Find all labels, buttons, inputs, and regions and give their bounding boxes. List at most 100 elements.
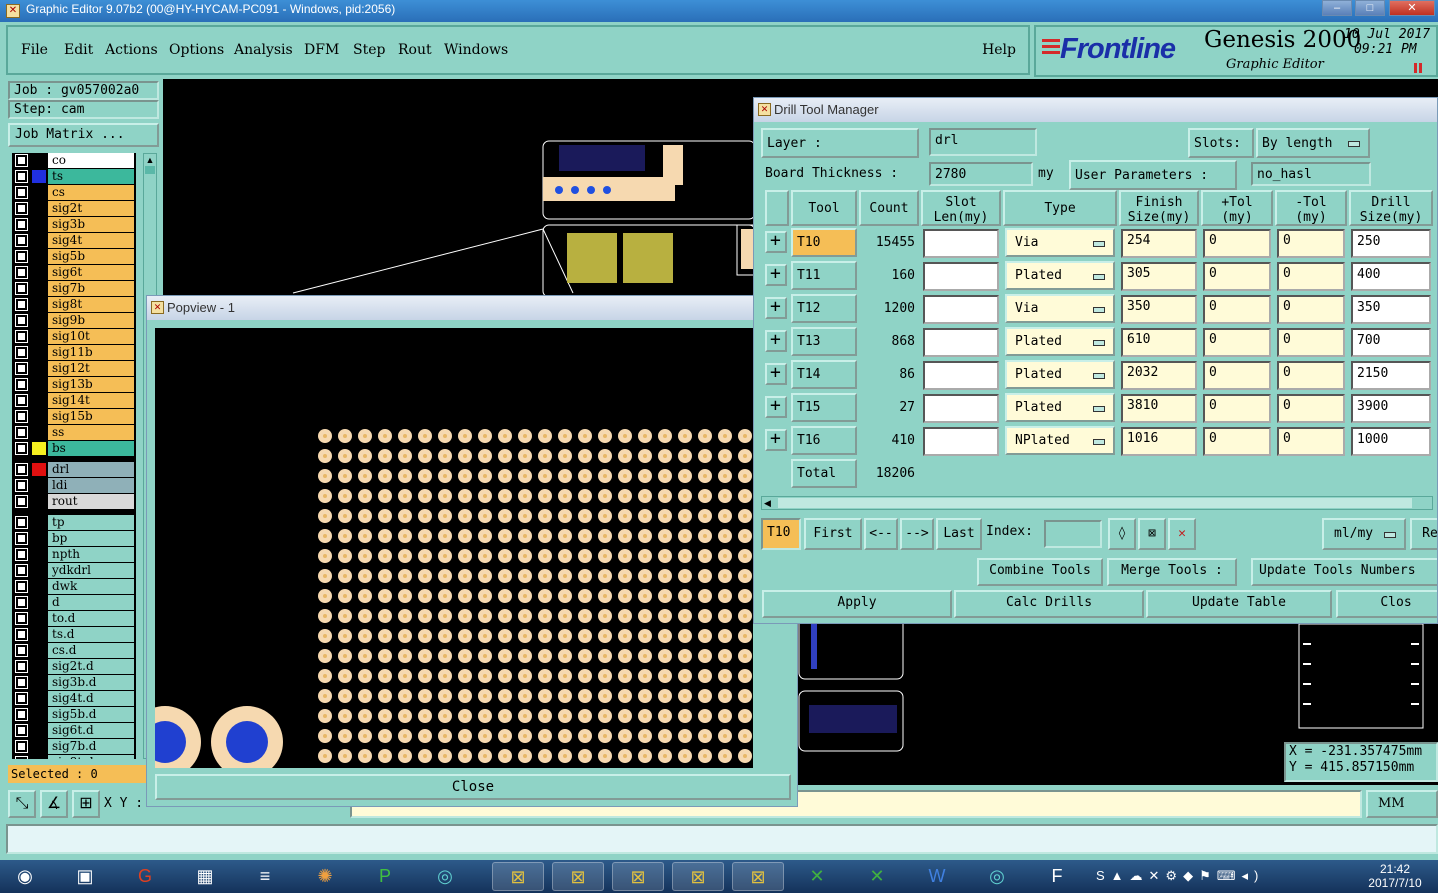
combine-tools-button[interactable]: Combine Tools (977, 558, 1103, 586)
menu-help[interactable]: Help (982, 42, 1016, 58)
popview-close-button[interactable]: Close (155, 774, 791, 800)
layer-checkbox[interactable] (15, 596, 28, 609)
finish-size-input[interactable]: 254 (1121, 229, 1197, 258)
layer-name[interactable]: to.d (48, 611, 134, 626)
tool-type-dropdown[interactable]: Plated (1005, 261, 1115, 290)
tool-name[interactable]: T10 (791, 228, 857, 257)
tool-type-dropdown[interactable]: Via (1005, 294, 1115, 323)
layer-checkbox[interactable] (15, 362, 28, 375)
tool-type-dropdown[interactable]: Plated (1005, 360, 1115, 389)
tool-name[interactable]: T15 (791, 393, 857, 422)
expand-row-icon[interactable] (765, 296, 787, 319)
layer-color-swatch[interactable] (32, 644, 46, 657)
layer-checkbox[interactable] (15, 740, 28, 753)
layer-color-swatch[interactable] (32, 676, 46, 689)
layer-checkbox[interactable] (15, 426, 28, 439)
scroll-left-icon[interactable]: ◀ (764, 498, 771, 509)
layer-checkbox[interactable] (15, 479, 28, 492)
layer-checkbox[interactable] (15, 234, 28, 247)
dtm-title-bar[interactable]: ✕ Drill Tool Manager (754, 98, 1437, 122)
expand-row-icon[interactable] (765, 263, 787, 286)
layer-checkbox[interactable] (15, 250, 28, 263)
layer-color-swatch[interactable] (32, 378, 46, 391)
taskbar-app-eye[interactable]: ◎ (420, 862, 472, 891)
layer-checkbox[interactable] (15, 218, 28, 231)
layer-color-swatch[interactable] (32, 532, 46, 545)
tool-name[interactable]: T11 (791, 261, 857, 290)
layer-checkbox[interactable] (15, 676, 28, 689)
expand-row-icon[interactable] (765, 428, 787, 451)
taskbar-excel-1[interactable]: ✕ (792, 862, 844, 891)
finish-size-input[interactable]: 350 (1121, 295, 1197, 324)
plus-tol-input[interactable]: 0 (1203, 394, 1271, 423)
finish-size-input[interactable]: 3810 (1121, 394, 1197, 423)
update-tools-numbers-button[interactable]: Update Tools Numbers (1251, 558, 1437, 586)
calc-drills-button[interactable]: Calc Drills (954, 590, 1144, 618)
taskbar-app-p[interactable]: P (360, 862, 412, 891)
layer-name[interactable]: ts.d (48, 627, 134, 642)
tool-name[interactable]: T14 (791, 360, 857, 389)
layer-row[interactable]: co (12, 153, 136, 168)
layer-name[interactable]: sig3b.d (48, 675, 134, 690)
finish-size-input[interactable]: 305 (1121, 262, 1197, 291)
layer-color-swatch[interactable] (32, 186, 46, 199)
layer-checkbox[interactable] (15, 463, 28, 476)
slot-len-input[interactable] (923, 361, 999, 390)
minus-tol-input[interactable]: 0 (1277, 394, 1345, 423)
merge-tools-button[interactable]: Merge Tools : (1107, 558, 1237, 586)
layer-checkbox[interactable] (15, 756, 28, 759)
tool-name[interactable]: T16 (791, 426, 857, 455)
layer-name[interactable]: bs (48, 441, 134, 456)
layer-checkbox[interactable] (15, 644, 28, 657)
highlight-tool-icon[interactable]: ◊ (1108, 518, 1136, 550)
layer-name[interactable]: sig15b (48, 409, 134, 424)
table-h-scrollbar[interactable]: ◀ (761, 496, 1433, 510)
drill-size-input[interactable]: 350 (1351, 295, 1431, 324)
layer-checkbox[interactable] (15, 346, 28, 359)
layer-checkbox[interactable] (15, 298, 28, 311)
layer-row[interactable]: d (12, 595, 136, 610)
menu-windows[interactable]: Windows (444, 42, 508, 58)
layer-checkbox[interactable] (15, 266, 28, 279)
menu-analysis[interactable]: Analysis (234, 42, 293, 58)
layer-name[interactable]: sig4t.d (48, 691, 134, 706)
layer-checkbox[interactable] (15, 330, 28, 343)
layer-name[interactable]: sig14t (48, 393, 134, 408)
expand-row-icon[interactable] (765, 329, 787, 352)
index-input[interactable] (1044, 520, 1102, 548)
layer-checkbox[interactable] (15, 612, 28, 625)
layer-checkbox[interactable] (15, 516, 28, 529)
layer-checkbox[interactable] (15, 154, 28, 167)
layer-name[interactable]: ts (48, 169, 134, 184)
plus-tol-input[interactable]: 0 (1203, 328, 1271, 357)
tool-name[interactable]: T12 (791, 294, 857, 323)
menu-actions[interactable]: Actions (105, 42, 158, 58)
menu-rout[interactable]: Rout (398, 42, 432, 58)
layer-row[interactable]: sig3b (12, 217, 136, 232)
layer-name[interactable]: sig6t (48, 265, 134, 280)
layer-name[interactable]: sig2t (48, 201, 134, 216)
drill-size-input[interactable]: 2150 (1351, 361, 1431, 390)
start-button[interactable]: ◉ (0, 862, 52, 891)
layer-checkbox[interactable] (15, 202, 28, 215)
expand-row-icon[interactable] (765, 362, 787, 385)
layer-color-swatch[interactable] (32, 596, 46, 609)
maximize-button[interactable]: □ (1355, 0, 1385, 16)
system-tray-icons[interactable]: S▲☁✕⚙◆⚑⌨◂) (1096, 868, 1264, 884)
taskbar-genesis-2[interactable]: ⊠ (552, 862, 604, 891)
layer-name[interactable]: ss (48, 425, 134, 440)
dtm-close-button[interactable]: Clos (1336, 590, 1437, 618)
layer-name[interactable]: drl (48, 462, 134, 477)
layer-color-swatch[interactable] (32, 250, 46, 263)
layer-row[interactable]: sig14t (12, 393, 136, 408)
layer-name[interactable]: sig7b (48, 281, 134, 296)
taskbar-word[interactable]: W (912, 862, 964, 891)
layer-color-swatch[interactable] (32, 580, 46, 593)
close-window-button[interactable]: ✕ (1389, 0, 1435, 16)
layer-name[interactable]: sig2t.d (48, 659, 134, 674)
layer-checkbox[interactable] (15, 660, 28, 673)
layer-row[interactable]: ts.d (12, 627, 136, 642)
layer-color-swatch[interactable] (32, 660, 46, 673)
layer-name[interactable]: sig13b (48, 377, 134, 392)
drill-size-input[interactable]: 700 (1351, 328, 1431, 357)
